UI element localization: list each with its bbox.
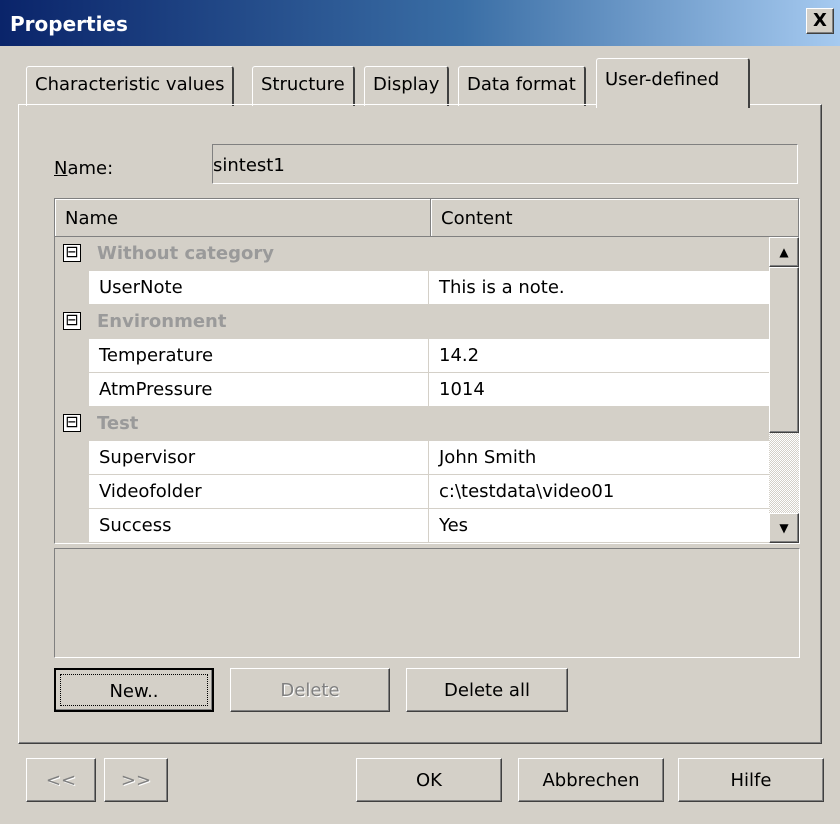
scroll-thumb[interactable] xyxy=(769,267,799,433)
property-name: UserNote xyxy=(89,271,429,305)
collapse-icon[interactable]: ⊟ xyxy=(63,244,81,262)
description-box xyxy=(54,548,800,658)
ok-button[interactable]: OK xyxy=(356,758,502,802)
property-row[interactable]: Supervisor John Smith xyxy=(55,441,769,475)
property-grid[interactable]: Name Content ⊟ Without category UserNote… xyxy=(54,198,800,544)
property-name: Supervisor xyxy=(89,441,429,475)
window-title: Properties xyxy=(10,12,128,36)
title-bar: Properties X xyxy=(0,0,840,46)
tab-structure[interactable]: Structure xyxy=(252,66,355,106)
category-label: Without category xyxy=(97,243,274,264)
property-name: Success xyxy=(89,509,429,543)
collapse-icon[interactable]: ⊟ xyxy=(63,414,81,432)
category-row-without-category[interactable]: ⊟ Without category xyxy=(55,237,769,271)
grid-rows: ⊟ Without category UserNote This is a no… xyxy=(55,237,769,543)
scroll-down-button[interactable]: ▼ xyxy=(769,513,799,543)
property-value[interactable]: Yes xyxy=(429,509,769,543)
close-icon: X xyxy=(813,10,827,31)
new-button[interactable]: New.. xyxy=(54,668,214,712)
scroll-up-button[interactable]: ▲ xyxy=(769,237,799,267)
property-value[interactable]: John Smith xyxy=(429,441,769,475)
tab-characteristic-values[interactable]: Characteristic values xyxy=(26,66,235,106)
property-value[interactable]: 1014 xyxy=(429,373,769,407)
property-row[interactable]: Videofolder c:\testdata\video01 xyxy=(55,475,769,509)
property-row[interactable]: Temperature 14.2 xyxy=(55,339,769,373)
delete-button[interactable]: Delete xyxy=(230,668,390,712)
property-name: AtmPressure xyxy=(89,373,429,407)
category-row-environment[interactable]: ⊟ Environment xyxy=(55,305,769,339)
focus-rectangle xyxy=(60,674,208,706)
property-value[interactable]: c:\testdata\video01 xyxy=(429,475,769,509)
property-value[interactable]: 14.2 xyxy=(429,339,769,373)
property-value[interactable]: This is a note. xyxy=(429,271,769,305)
delete-all-button[interactable]: Delete all xyxy=(406,668,568,712)
arrow-down-icon: ▼ xyxy=(779,521,789,535)
next-button[interactable]: >> xyxy=(104,758,168,802)
close-button[interactable]: X xyxy=(806,8,834,34)
category-label: Environment xyxy=(97,311,227,332)
tab-display[interactable]: Display xyxy=(364,66,450,106)
property-name: Temperature xyxy=(89,339,429,373)
name-label: Name: xyxy=(54,158,114,179)
property-row[interactable]: UserNote This is a note. xyxy=(55,271,769,305)
tab-data-format[interactable]: Data format xyxy=(458,66,586,106)
vertical-scrollbar[interactable]: ▲ ▼ xyxy=(769,237,799,543)
tab-user-defined[interactable]: User-defined xyxy=(596,58,750,108)
help-button[interactable]: Hilfe xyxy=(678,758,824,802)
previous-button[interactable]: << xyxy=(26,758,96,802)
name-field[interactable]: sintest1 xyxy=(212,144,798,184)
category-label: Test xyxy=(97,413,139,434)
category-row-test[interactable]: ⊟ Test xyxy=(55,407,769,441)
property-name: Videofolder xyxy=(89,475,429,509)
grid-header: Name Content xyxy=(55,199,799,237)
property-row[interactable]: AtmPressure 1014 xyxy=(55,373,769,407)
name-value: sintest1 xyxy=(213,155,285,176)
collapse-icon[interactable]: ⊟ xyxy=(63,312,81,330)
column-header-content[interactable]: Content xyxy=(431,199,799,237)
column-header-name[interactable]: Name xyxy=(55,199,431,237)
cancel-button[interactable]: Abbrechen xyxy=(518,758,664,802)
property-row[interactable]: Success Yes xyxy=(55,509,769,543)
arrow-up-icon: ▲ xyxy=(779,245,789,259)
